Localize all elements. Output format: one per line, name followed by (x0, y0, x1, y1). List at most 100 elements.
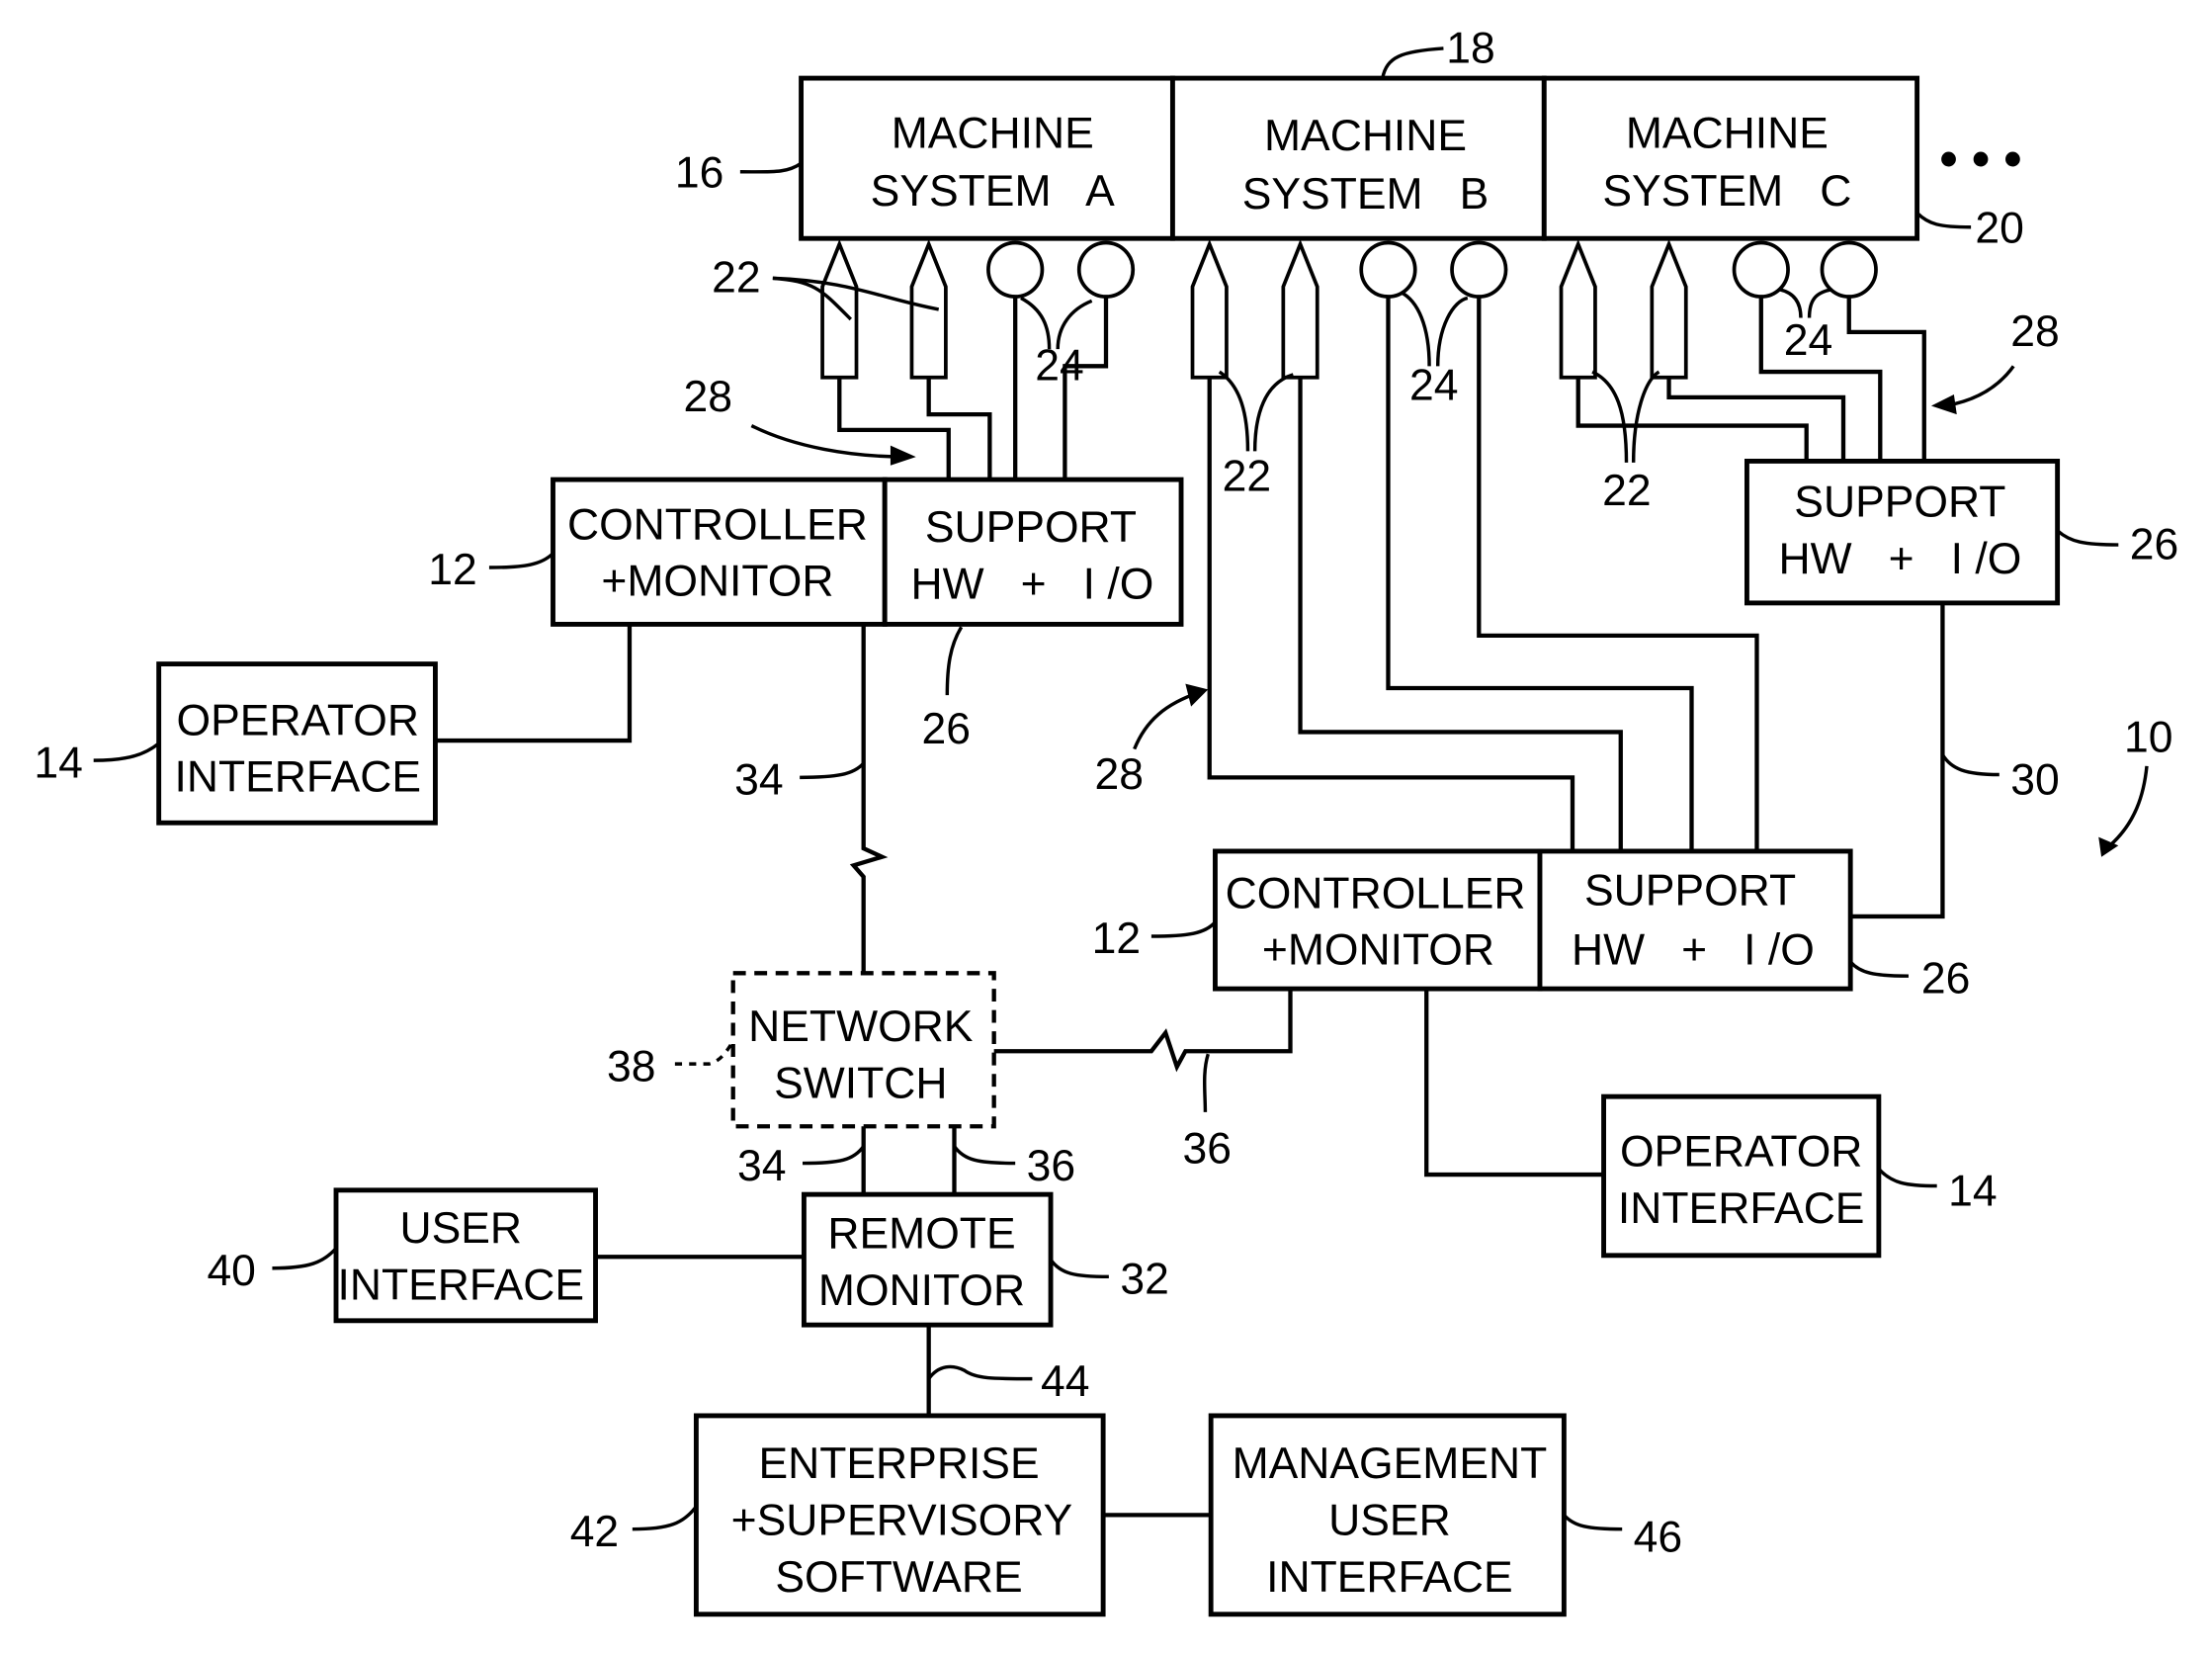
ref-12-a-leader (488, 552, 554, 569)
support-b-line2: HW + I /O (1572, 926, 1815, 975)
network-switch-line1: NETWORK (748, 1003, 974, 1051)
enterprise-line3: SOFTWARE (775, 1553, 1022, 1602)
ref-18-leader (1381, 46, 1444, 79)
support-c-line1: SUPPORT (1794, 478, 2005, 526)
ref-34-a: 34 (734, 756, 783, 805)
ref-24-b: 24 (1409, 362, 1458, 410)
system-diagram: MACHINE SYSTEM A MACHINE SYSTEM B MACHIN… (34, 24, 2178, 1617)
ref-42-leader (632, 1505, 698, 1531)
management-line3: INTERFACE (1266, 1553, 1513, 1602)
ref-30-leader (1940, 753, 1999, 777)
sensors (820, 238, 1878, 380)
ref-46-leader (1563, 1514, 1623, 1531)
ref-42: 42 (570, 1508, 619, 1556)
ref-24-a: 24 (1035, 342, 1083, 391)
ref-26-c: 26 (2130, 520, 2178, 568)
ref-22-c: 22 (1602, 467, 1651, 515)
machine-b-line2: SYSTEM B (1242, 170, 1489, 218)
ref-40-leader (272, 1247, 338, 1270)
ref-14-a: 14 (34, 739, 82, 787)
ref-14-b-leader (1877, 1168, 1937, 1188)
wire-a1 (837, 377, 951, 480)
support-c-line2: HW + I /O (1778, 535, 2021, 583)
ref-38-leader (674, 1040, 735, 1066)
ref-40: 40 (207, 1247, 255, 1295)
probe-sensor-icon (1190, 238, 1229, 380)
ref-26-a: 26 (922, 705, 971, 753)
ref-16-leader (739, 161, 803, 174)
ref-34-a-leader (800, 761, 865, 780)
probe-sensor-icon (1650, 238, 1688, 380)
round-sensor-icon (1359, 240, 1417, 299)
controller-a-line2: +MONITOR (601, 558, 833, 606)
more-machines-ellipsis: • • • (1940, 130, 2022, 187)
network-switch-line2: SWITCH (774, 1060, 947, 1108)
ref-20-leader (1915, 212, 1972, 229)
ref-44: 44 (1041, 1357, 1089, 1406)
enterprise-line2: +SUPERVISORY (731, 1496, 1073, 1544)
operator-a-line2: INTERFACE (174, 753, 421, 802)
round-sensor-icon (1450, 240, 1508, 299)
ref-26-b: 26 (1921, 954, 1970, 1003)
ref-22-a: 22 (712, 254, 760, 303)
round-sensor-icon (1076, 240, 1136, 299)
ref-36-b: 36 (1027, 1142, 1075, 1190)
ref-14-a-leader (93, 741, 160, 762)
wire-controller-b-to-operator-b (1424, 989, 1604, 1177)
management-line2: USER (1328, 1496, 1451, 1544)
machine-b-line1: MACHINE (1264, 112, 1467, 160)
remote-monitor-line2: MONITOR (818, 1266, 1025, 1315)
link-30 (1850, 602, 1945, 919)
ref-38: 38 (607, 1042, 655, 1090)
probe-sensor-icon (820, 238, 859, 380)
ref-14-b: 14 (1948, 1168, 1997, 1216)
support-a-line2: HW + I /O (910, 561, 1153, 609)
operator-b-line2: INTERFACE (1618, 1184, 1865, 1233)
controller-b-line2: +MONITOR (1262, 926, 1494, 975)
ref-18: 18 (1446, 24, 1494, 72)
probe-sensor-icon (1281, 238, 1319, 380)
ref-16: 16 (675, 149, 723, 198)
ref-32: 32 (1120, 1256, 1168, 1304)
wire-b4 (1477, 298, 1759, 851)
ref-12-b: 12 (1092, 915, 1141, 963)
operator-a-line1: OPERATOR (177, 696, 419, 744)
ref-28-c: 28 (2010, 307, 2059, 356)
link-36-controller-b (992, 989, 1293, 1073)
ref-34-b: 34 (737, 1142, 786, 1190)
ref-26-a-leader (945, 626, 964, 696)
link-34-controller-a (849, 624, 889, 974)
operator-b-line1: OPERATOR (1620, 1127, 1862, 1176)
ref-36-mid: 36 (1182, 1125, 1231, 1174)
ref-36-leader (1202, 1053, 1210, 1112)
machine-c-line2: SYSTEM C (1602, 167, 1851, 216)
user-interface-line2: INTERFACE (337, 1261, 584, 1309)
ref-24-c: 24 (1784, 316, 1832, 365)
ref-10: 10 (2124, 714, 2172, 762)
wire-c4 (1846, 298, 1926, 462)
enterprise-line1: ENTERPRISE (758, 1439, 1039, 1488)
probe-sensor-icon (909, 238, 948, 380)
wire-b1 (1207, 377, 1575, 851)
support-b-line1: SUPPORT (1584, 866, 1796, 915)
wire-c2 (1666, 377, 1846, 462)
ref-20: 20 (1975, 205, 2023, 253)
ref-10-arrow (2108, 765, 2149, 847)
machine-systems-row: MACHINE SYSTEM A MACHINE SYSTEM B MACHIN… (799, 75, 2022, 241)
machine-a-line2: SYSTEM A (871, 167, 1115, 216)
ref-12-b-leader (1150, 920, 1217, 938)
management-line1: MANAGEMENT (1233, 1439, 1548, 1488)
controller-a-line1: CONTROLLER (567, 500, 868, 549)
ref-28-a: 28 (683, 373, 731, 421)
round-sensor-icon (986, 240, 1045, 299)
controller-b-line1: CONTROLLER (1226, 869, 1526, 917)
ref-26-b-leader (1848, 960, 1909, 978)
probe-sensor-icon (1559, 238, 1597, 380)
user-interface-line1: USER (399, 1204, 522, 1253)
ref-32-leader (1049, 1259, 1109, 1279)
wire-controller-a-to-operator-a (435, 624, 633, 743)
ref-26-c-leader (2056, 529, 2119, 547)
remote-monitor-line1: REMOTE (827, 1210, 1015, 1259)
ref-28-b: 28 (1095, 750, 1144, 799)
ref-44-leader (927, 1364, 1033, 1381)
